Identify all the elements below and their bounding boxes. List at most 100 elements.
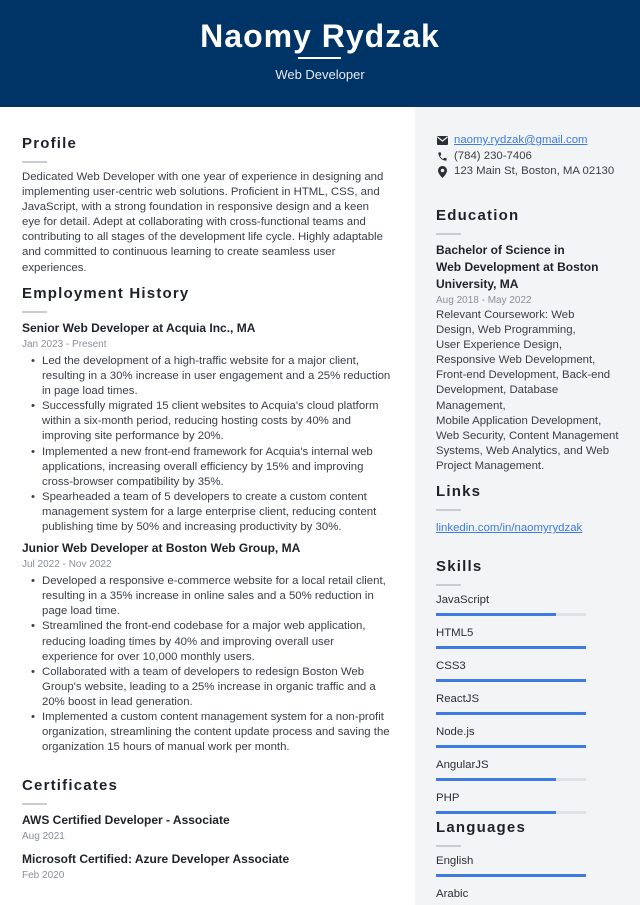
coursework-line: Web Security, Content Management [436,429,619,442]
skill-item-label: HTML5 [436,627,474,639]
degree-line: Web Development at Boston [436,260,599,274]
skill-item: PHP [436,791,631,814]
skill-item-level-track [436,679,586,682]
candidate-title: Web Developer [275,67,365,82]
candidate-name: Naomy Rydzak [200,18,440,54]
skill-item-label: CSS3 [436,660,466,672]
job-dates: Jan 2023 - Present [22,339,107,350]
certificate-name: AWS Certified Developer - Associate [22,813,230,827]
contact-phone-row: (784) 230-7406 [436,149,631,165]
coursework-line: Development, Database Management, [436,384,559,412]
skill-item: HTML5 [436,626,631,649]
job-entry: Senior Web Developer at Acquia Inc., MA … [22,320,392,535]
contact-email-row: naomy.rydzak@gmail.com [436,133,631,149]
skill-item-level-fill [436,745,586,748]
certificate-date: Aug 2021 [22,831,65,842]
job-bullet: Collaborated with a team of developers t… [31,665,392,710]
skill-item-level-track [436,811,586,814]
degree-line: Bachelor of Science in [436,243,565,257]
employment-section: Employment History Senior Web Developer … [22,284,392,755]
job-title: Junior Web Developer at Boston Web Group… [22,541,301,556]
skill-item: JavaScript [436,593,631,616]
job-entry: Junior Web Developer at Boston Web Group… [22,540,392,755]
skill-item-level-fill [436,679,586,682]
section-divider [436,845,461,847]
section-title-certificates: Certificates [22,777,119,794]
certificate-name: Microsoft Certified: Azure Developer Ass… [22,852,290,866]
phone-icon [436,150,448,162]
resume-header: Naomy Rydzak Web Developer [0,0,640,107]
job-dates: Jul 2022 - Nov 2022 [22,559,112,571]
skill-item-level-fill [436,778,556,781]
job-bullet: Streamlined the front-end codebase for a… [31,619,392,664]
job-bullet: Implemented a custom content management … [31,710,392,755]
languages-list: English Arabic [436,854,631,905]
skill-item-label: AngularJS [436,759,489,771]
skill-item: CSS3 [436,659,631,682]
section-divider [22,311,47,313]
section-title-employment: Employment History [22,285,190,302]
certificate-item: Microsoft Certified: Azure Developer Ass… [22,851,392,882]
language-item: Arabic [436,887,631,905]
language-item-level-fill [436,874,586,877]
name-divider [298,57,341,59]
profile-section: Profile Dedicated Web Developer with one… [22,134,392,276]
job-title: Senior Web Developer at Acquia Inc., MA [22,321,256,335]
linkedin-link[interactable]: linkedin.com/in/naomyrydzak [436,522,582,534]
profile-summary: Dedicated Web Developer with one year of… [22,171,384,274]
language-item-level-track [436,874,586,877]
section-title-languages: Languages [436,819,526,836]
section-title-education: Education [436,207,520,224]
skill-item-level-track [436,646,586,649]
phone-number: (784) 230-7406 [454,149,532,162]
skills-section: Skills JavaScript HTML5 CSS3 ReactJS Node.js… [436,557,631,814]
section-title-profile: Profile [22,135,78,152]
map-pin-icon [436,165,448,178]
skill-item: ReactJS [436,692,631,715]
email-link[interactable]: naomy.rydzak@gmail.com [454,133,588,149]
coursework-line: Responsive Web Development, [436,354,596,367]
job-bullet: Implemented a new front-end framework fo… [31,445,392,490]
envelope-icon [436,135,448,147]
coursework-line: Mobile Application Development, [436,414,602,427]
section-divider [436,233,461,235]
certificates-section: Certificates AWS Certified Developer - A… [22,776,392,882]
skill-item-level-fill [436,646,586,649]
skill-item-level-fill [436,712,586,715]
contact-address-row: 123 Main St, Boston, MA 02130 [436,164,631,180]
address: 123 Main St, Boston, MA 02130 [454,165,615,177]
contact-block: naomy.rydzak@gmail.com (784) 230-7406 12… [436,133,631,180]
skill-item-label: JavaScript [436,594,490,606]
skill-item-level-track [436,778,586,781]
coursework-line: Systems, Web Analytics, and Web [436,444,610,457]
skill-item: AngularJS [436,758,631,781]
section-divider [436,584,461,586]
certificate-date: Feb 2020 [22,870,65,881]
skill-item-label: PHP [436,792,460,804]
skill-item-level-fill [436,811,556,814]
job-bullet: Spearheaded a team of 5 developers to cr… [31,490,392,535]
skills-list: JavaScript HTML5 CSS3 ReactJS Node.js Angular… [436,593,631,814]
section-title-skills: Skills [436,558,483,575]
section-title-links: Links [436,483,482,500]
language-item-label: English [436,855,474,867]
coursework-line: Project Management. [436,459,545,472]
language-item: English [436,854,631,877]
section-divider [22,803,47,805]
skill-item: Node.js [436,725,631,748]
coursework-line: Design, Web Programming, [436,324,576,337]
skill-item-label: Node.js [436,726,475,738]
section-divider [436,509,461,511]
degree-line: University, MA [436,277,519,291]
skill-item-level-track [436,745,586,748]
certificate-item: AWS Certified Developer - Associate Aug … [22,812,392,843]
education-dates: Aug 2018 - May 2022 [436,295,532,306]
languages-section: Languages English Arabic [436,818,631,905]
skill-item-level-track [436,613,586,616]
job-bullet: Led the development of a high-traffic we… [31,354,392,399]
section-divider [22,161,47,163]
skill-item-level-track [436,712,586,715]
links-section: Links linkedin.com/in/naomyrydzak [436,482,631,536]
coursework-line: Relevant Coursework: Web [436,309,575,321]
coursework-line: Front-end Development, Back-end [436,369,611,382]
